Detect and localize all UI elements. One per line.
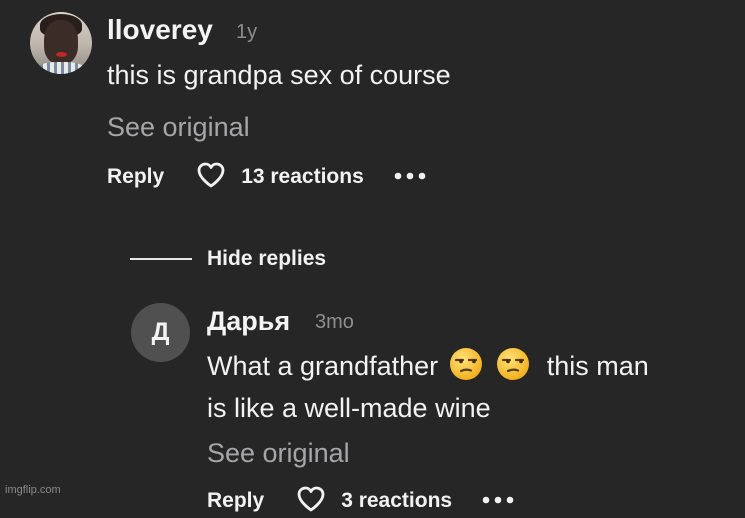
comment-timestamp: 1y [236, 21, 258, 43]
comment-text: this is grandpa sex of course [107, 60, 451, 90]
reply-text-part1: What a grandfather [207, 351, 439, 381]
reply-see-original-link[interactable]: See original [207, 438, 350, 469]
unamused-face-icon [449, 347, 483, 390]
reply-actions: Reply 3 reactions [207, 486, 514, 516]
watermark: imgflip.com [5, 484, 61, 496]
reply-timestamp: 3mo [315, 311, 354, 333]
reply-username[interactable]: Дарья [207, 306, 290, 337]
user-avatar[interactable] [30, 12, 92, 74]
reply-text-line2: is like a well-made wine [207, 393, 491, 423]
reply-heart-icon[interactable] [296, 485, 326, 518]
reply-avatar[interactable]: Д [131, 303, 190, 362]
reply-text: What a grandfather this man is like a we… [207, 347, 727, 426]
see-original-link[interactable]: See original [107, 112, 250, 143]
reply-reply-button[interactable]: Reply [207, 489, 264, 513]
reactions-count[interactable]: 13 reactions [241, 165, 364, 189]
comment-username[interactable]: lloverey [107, 14, 213, 46]
reply-button[interactable]: Reply [107, 165, 164, 189]
unamused-face-icon [496, 347, 530, 390]
heart-icon[interactable] [196, 161, 226, 194]
replies-divider [130, 258, 192, 260]
reply-reactions-count[interactable]: 3 reactions [341, 489, 452, 513]
reply-text-part2: this man [546, 351, 649, 381]
hide-replies-button[interactable]: Hide replies [207, 247, 326, 271]
reply-more-options-icon[interactable] [482, 492, 514, 510]
comment-actions: Reply 13 reactions [107, 160, 426, 194]
more-options-icon[interactable] [394, 168, 426, 186]
